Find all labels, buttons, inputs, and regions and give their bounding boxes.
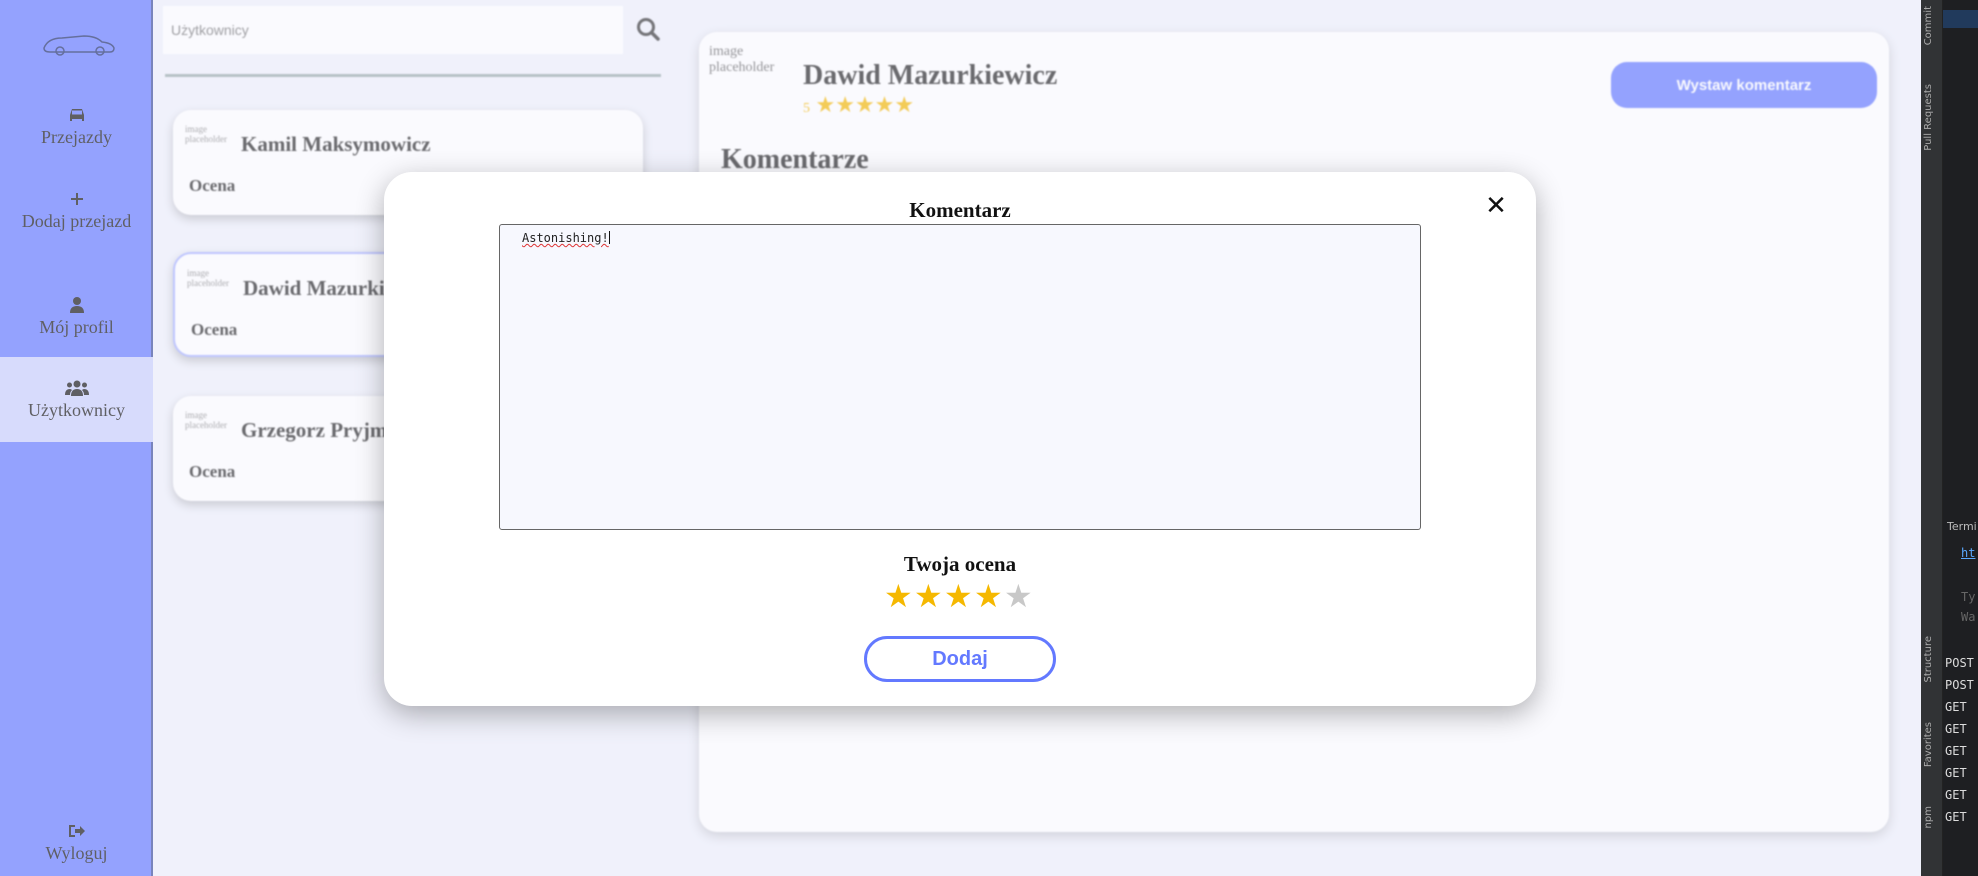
log-line: POST xyxy=(1945,678,1974,692)
terminal-line: Ty xyxy=(1961,590,1976,604)
rating-label: Twoja ocena xyxy=(903,552,1017,576)
star-icon[interactable]: ★ xyxy=(974,580,1003,612)
text-caret xyxy=(608,231,610,244)
log-line: GET xyxy=(1945,810,1967,824)
log-line: GET xyxy=(1945,700,1967,714)
log-line: GET xyxy=(1945,788,1967,802)
star-rating[interactable]: ★ ★ ★ ★ ★ xyxy=(884,580,1044,622)
ide-editor-tab[interactable] xyxy=(1943,10,1978,28)
ide-toolstrip: Commit Pull Requests Structure Favorites… xyxy=(1921,0,1943,876)
commit-tab[interactable]: Commit xyxy=(1923,6,1934,45)
terminal-label[interactable]: Termi xyxy=(1947,520,1977,533)
terminal-line: Wa xyxy=(1961,610,1976,624)
comment-modal: Komentarz ✕ Astonishing! Twoja ocena ★ ★ ★… xyxy=(384,172,1536,706)
ide-panel: Commit Pull Requests Structure Favorites… xyxy=(1921,0,1978,876)
structure-tab[interactable]: Structure xyxy=(1923,636,1934,683)
log-line: GET xyxy=(1945,722,1967,736)
star-icon[interactable]: ★ xyxy=(1004,580,1033,612)
comment-textarea[interactable]: Astonishing! xyxy=(499,224,1421,530)
log-line: GET xyxy=(1945,744,1967,758)
comment-text: Astonishing! xyxy=(522,231,609,245)
log-line: POST xyxy=(1945,656,1974,670)
npm-tab[interactable]: npm xyxy=(1923,806,1934,828)
terminal-link[interactable]: ht xyxy=(1961,546,1975,560)
log-line: GET xyxy=(1945,766,1967,780)
modal-title: Komentarz xyxy=(909,198,1011,222)
star-icon[interactable]: ★ xyxy=(944,580,973,612)
submit-comment-button[interactable]: Dodaj xyxy=(864,636,1056,682)
close-icon[interactable]: ✕ xyxy=(1484,193,1508,219)
pull-requests-tab[interactable]: Pull Requests xyxy=(1923,84,1934,151)
favorites-tab[interactable]: Favorites xyxy=(1923,722,1934,767)
star-icon[interactable]: ★ xyxy=(914,580,943,612)
star-icon[interactable]: ★ xyxy=(884,580,913,612)
